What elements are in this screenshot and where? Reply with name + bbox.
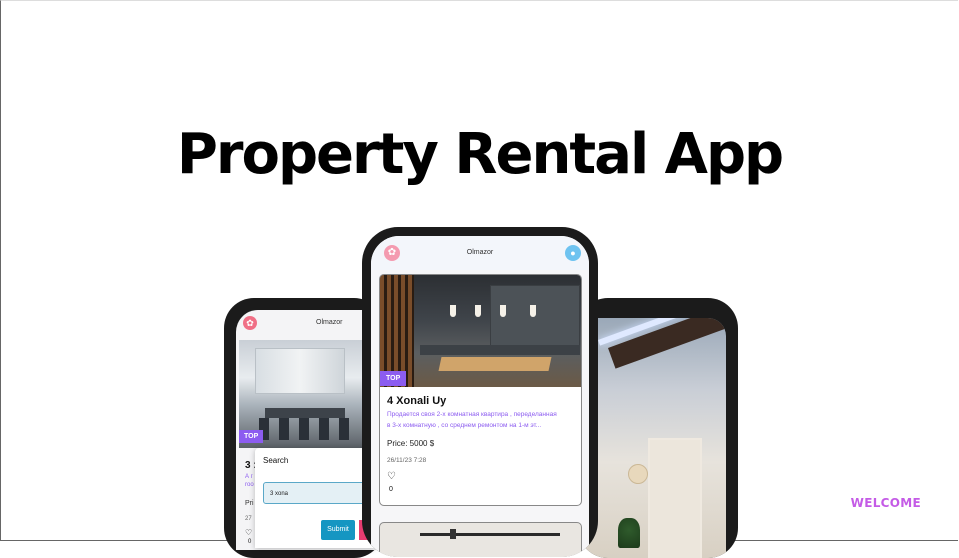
top-badge: TOP [239, 430, 264, 443]
submit-button[interactable]: Submit [321, 520, 355, 540]
listing-photo[interactable] [380, 275, 581, 387]
listing-description-line: А г [245, 474, 253, 480]
listing-price: Price: 5000 $ [387, 439, 435, 448]
search-input[interactable]: 3 xona [263, 482, 373, 504]
right-phone-mockup [578, 298, 738, 558]
plant-decor [618, 518, 640, 548]
user-avatar-icon[interactable]: ● [565, 245, 581, 261]
location-label[interactable]: Olmazor [371, 249, 589, 256]
listing-title: 4 Xonali Uy [387, 395, 447, 407]
right-phone-screen[interactable] [578, 318, 726, 558]
listing-card[interactable]: TOP 4 Xonali Uy Продается своя 2-х комна… [379, 274, 582, 506]
wall-clock-decor [628, 464, 648, 484]
listing-date: 27 [245, 516, 252, 522]
page-title: Property Rental App [176, 122, 784, 187]
listing-price: Pri [245, 500, 254, 507]
dialog-title: Search [263, 456, 289, 465]
heart-outline-icon[interactable]: ♡ [245, 528, 252, 537]
center-phone-screen: ✿ Olmazor ● TOP 4 Xonali Uy Продается св… [371, 236, 589, 557]
heart-outline-icon[interactable]: ♡ [387, 471, 396, 482]
welcome-label: WELCOME [850, 496, 921, 510]
center-app-header: ✿ Olmazor ● [371, 236, 589, 270]
listing-description-line: Продается своя 2-х комнатная квартира , … [387, 411, 557, 418]
top-badge: TOP [380, 371, 407, 386]
center-phone-mockup: ✿ Olmazor ● TOP 4 Xonali Uy Продается св… [362, 227, 598, 557]
listing-date: 26/11/23 7:28 [387, 457, 427, 464]
listing-card-next[interactable] [379, 522, 582, 557]
location-label[interactable]: Olmazor [316, 319, 342, 326]
flower-logo-icon[interactable]: ✿ [243, 316, 257, 330]
like-count: 0 [248, 539, 252, 545]
listing-description-line: roo [245, 482, 254, 488]
search-dialog: Search 3 xona Submit [255, 448, 375, 548]
like-count: 0 [389, 486, 393, 493]
listing-description-line: в 3-х комнатную , со среднем ремонтом на… [387, 422, 542, 429]
